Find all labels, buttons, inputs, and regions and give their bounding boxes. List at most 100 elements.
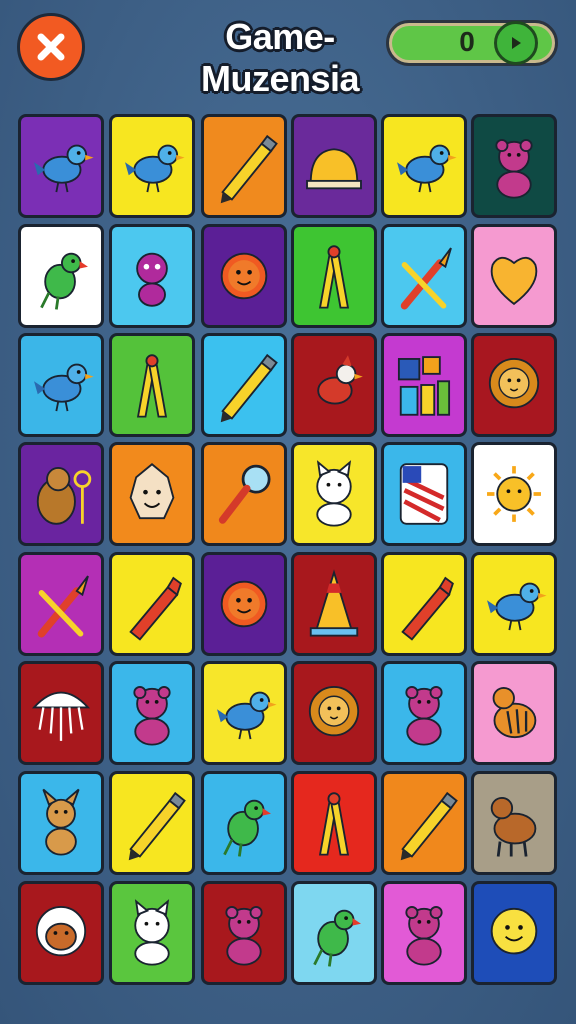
parrot-icon <box>313 909 361 967</box>
bird-icon <box>397 144 457 193</box>
bird-icon <box>34 363 94 412</box>
tiger-icon <box>492 686 537 739</box>
pliers-icon <box>136 354 168 418</box>
flag-icon <box>399 463 449 525</box>
tile[interactable] <box>201 771 287 875</box>
tile[interactable] <box>18 771 104 875</box>
tile[interactable] <box>109 114 195 218</box>
umbrella-icon <box>31 691 91 741</box>
tile[interactable] <box>201 224 287 328</box>
game-title: Game-Muzensia <box>200 16 360 99</box>
close-button[interactable] <box>17 13 85 81</box>
cat-icon <box>316 460 352 527</box>
tile[interactable] <box>291 881 377 985</box>
tile[interactable] <box>201 114 287 218</box>
fox-icon <box>42 788 80 856</box>
lion-icon <box>308 686 360 737</box>
smiley-icon <box>490 907 538 955</box>
cardinal-icon <box>317 355 363 405</box>
tile[interactable] <box>109 881 195 985</box>
tile[interactable] <box>18 224 104 328</box>
tile[interactable] <box>201 881 287 985</box>
tile[interactable] <box>18 881 104 985</box>
tile[interactable] <box>291 661 377 765</box>
bear-icon <box>133 686 171 746</box>
tile[interactable] <box>471 333 557 437</box>
tile[interactable] <box>291 442 377 546</box>
score-value: 0 <box>459 26 475 57</box>
lion-icon <box>488 358 540 409</box>
pliers-icon <box>318 792 350 856</box>
tile[interactable] <box>471 224 557 328</box>
bird-icon <box>125 144 185 193</box>
bear-icon <box>405 906 443 966</box>
tile[interactable] <box>109 771 195 875</box>
crayon-icon <box>401 576 454 641</box>
tile[interactable] <box>109 552 195 656</box>
dog-icon <box>490 796 537 857</box>
crayon-icon <box>129 576 182 641</box>
bird-icon <box>217 691 277 740</box>
tile[interactable] <box>291 114 377 218</box>
tile[interactable] <box>291 552 377 656</box>
bear-icon <box>225 906 263 966</box>
tile[interactable] <box>381 881 467 985</box>
sun-icon <box>220 580 268 628</box>
tile[interactable] <box>471 552 557 656</box>
tile-grid <box>18 114 560 994</box>
cat-icon <box>134 899 170 966</box>
tile[interactable] <box>18 114 104 218</box>
tile[interactable] <box>109 333 195 437</box>
bird-icon <box>34 144 94 193</box>
tile[interactable] <box>18 333 104 437</box>
bell-icon <box>306 148 362 190</box>
monkey-icon <box>35 906 87 957</box>
heart-icon <box>490 256 538 306</box>
tile[interactable] <box>381 661 467 765</box>
tile[interactable] <box>471 881 557 985</box>
play-button[interactable] <box>494 21 538 65</box>
tile[interactable] <box>291 771 377 875</box>
play-icon <box>512 37 521 49</box>
alien-icon <box>136 252 168 307</box>
magnifier-icon <box>218 464 271 524</box>
tile[interactable] <box>381 333 467 437</box>
tile[interactable] <box>201 333 287 437</box>
tile[interactable] <box>291 224 377 328</box>
tile[interactable] <box>201 552 287 656</box>
tile[interactable] <box>381 552 467 656</box>
tile[interactable] <box>471 771 557 875</box>
pencil-icon <box>128 791 186 861</box>
parrot-icon <box>223 799 271 857</box>
pliers-icon <box>318 245 350 309</box>
cone-icon <box>309 569 359 637</box>
tile[interactable] <box>471 661 557 765</box>
tile[interactable] <box>381 442 467 546</box>
bird-icon <box>487 582 547 631</box>
beaver-icon <box>36 467 92 525</box>
bear-icon <box>405 686 443 746</box>
pencil-icon <box>220 353 278 423</box>
close-icon <box>37 33 65 61</box>
tile[interactable] <box>109 442 195 546</box>
tile[interactable] <box>471 114 557 218</box>
tile[interactable] <box>201 442 287 546</box>
parrot-icon <box>40 252 88 310</box>
tile[interactable] <box>18 442 104 546</box>
brush-icon <box>400 247 452 310</box>
paint-set-icon <box>397 356 451 416</box>
tile[interactable] <box>18 661 104 765</box>
tile[interactable] <box>109 224 195 328</box>
sun-face-icon <box>487 466 541 522</box>
tile[interactable] <box>381 771 467 875</box>
tile[interactable] <box>381 114 467 218</box>
face-icon <box>129 463 175 520</box>
tile[interactable] <box>18 552 104 656</box>
tile[interactable] <box>201 661 287 765</box>
tile[interactable] <box>291 333 377 437</box>
sun-icon <box>220 252 268 300</box>
tile[interactable] <box>109 661 195 765</box>
tile[interactable] <box>381 224 467 328</box>
tile[interactable] <box>471 442 557 546</box>
brush-icon <box>37 575 89 638</box>
